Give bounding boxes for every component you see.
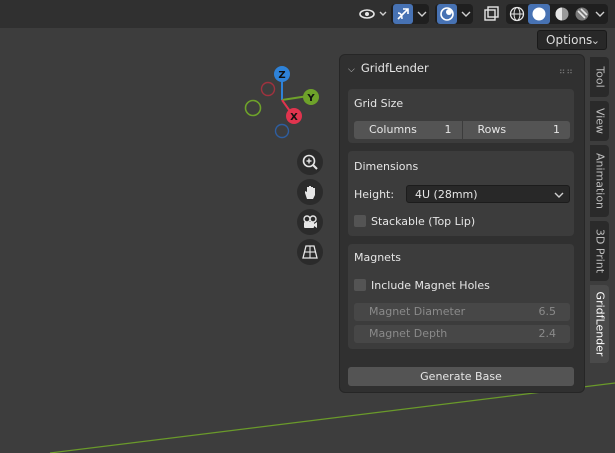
solid-sphere-icon (532, 7, 546, 21)
tab-label: View (593, 107, 606, 135)
rows-field[interactable]: Rows 1 (462, 121, 570, 139)
x-axis-line (49, 382, 615, 453)
dimensions-title: Dimensions (354, 160, 419, 173)
height-dropdown[interactable]: 4U (28mm) (406, 185, 570, 203)
height-label: Height: (354, 188, 395, 201)
tab-animation[interactable]: Animation (590, 145, 609, 217)
grid-perspective-icon (302, 245, 318, 259)
z-axis-label: Z (278, 70, 285, 81)
material-shading-button[interactable] (553, 5, 571, 23)
solid-shading-button[interactable] (528, 4, 550, 24)
dimensions-box: Dimensions Height: 4U (28mm) Stackable (… (348, 151, 574, 236)
gizmo-dropdown[interactable] (391, 4, 429, 24)
magnet-diameter-field[interactable]: Magnet Diameter 6.5 (354, 303, 570, 321)
columns-value: 1 (444, 123, 452, 136)
generate-base-button[interactable]: Generate Base (348, 367, 574, 386)
grid-size-box: Grid Size Columns 1 Rows 1 (348, 89, 574, 143)
magnet-depth-value: 2.4 (538, 327, 557, 340)
checkbox-box (354, 215, 366, 227)
stackable-label: Stackable (Top Lip) (371, 214, 476, 228)
overlay-toggle[interactable] (437, 4, 457, 24)
checkbox-box (354, 279, 366, 291)
options-label: Options (546, 33, 593, 47)
navigation-gizmo[interactable]: Z Y X (240, 64, 320, 144)
magnet-depth-field[interactable]: Magnet Depth 2.4 (354, 325, 570, 343)
xray-toggle[interactable] (481, 4, 501, 24)
viewport-header (0, 0, 615, 28)
hand-icon (305, 186, 315, 199)
chevron-down-icon (461, 11, 471, 17)
wireframe-sphere-icon (509, 6, 525, 22)
include-magnet-label: Include Magnet Holes (371, 278, 490, 292)
magnet-diameter-label: Magnet Diameter (369, 305, 466, 318)
columns-field[interactable]: Columns 1 (354, 121, 463, 139)
visibility-dropdown[interactable] (356, 4, 388, 24)
options-dropdown[interactable]: Options ⌄ (537, 30, 607, 50)
chevron-down-icon[interactable] (594, 4, 606, 24)
tab-label: GridfLender (593, 291, 606, 357)
camera-icon (303, 215, 317, 228)
tab-label: Animation (593, 152, 606, 210)
height-value: 4U (28mm) (415, 188, 478, 201)
tab-label: Tool (593, 66, 606, 88)
panel-header[interactable]: ⌵ GridfLender (348, 61, 429, 75)
panel-title: GridfLender (360, 61, 429, 75)
stackable-checkbox[interactable]: Stackable (Top Lip) (354, 213, 475, 229)
material-sphere-icon (555, 7, 569, 21)
tab-view[interactable]: View (590, 101, 609, 141)
perspective-toggle-button[interactable] (297, 239, 323, 265)
chevron-down-icon (554, 192, 564, 198)
collapse-icon: ⌵ (348, 65, 355, 75)
negative-x-handle (260, 81, 276, 97)
negative-y-handle (244, 99, 262, 117)
grid-size-title: Grid Size (354, 97, 404, 110)
zoom-button[interactable] (297, 149, 323, 175)
overlay-icon (440, 7, 454, 21)
magnet-diameter-value: 6.5 (538, 305, 557, 318)
zoom-icon (302, 154, 318, 170)
magnet-depth-label: Magnet Depth (369, 327, 448, 340)
negative-z-handle (274, 123, 290, 139)
eye-icon (359, 9, 387, 19)
chevron-down-icon: ⌄ (590, 34, 600, 47)
rendered-shading-button[interactable] (573, 5, 591, 23)
magnets-box: Magnets Include Magnet Holes Magnet Diam… (348, 244, 574, 349)
tab-tool[interactable]: Tool (590, 57, 609, 97)
rows-value: 1 (553, 123, 560, 136)
shading-group (506, 4, 608, 24)
wireframe-shading-button[interactable] (508, 5, 526, 23)
y-axis-label: Y (306, 93, 315, 104)
chevron-down-icon (417, 11, 427, 17)
tab-gridflender[interactable]: GridfLender (590, 285, 609, 363)
gizmo-icon (397, 8, 409, 20)
gizmo-toggle[interactable] (393, 4, 413, 24)
magnets-title: Magnets (354, 251, 401, 264)
overlay-dropdown[interactable] (435, 4, 473, 24)
rendered-sphere-icon (575, 7, 589, 21)
gridflender-panel: ⌵ GridfLender ⠶⠶ Grid Size Columns 1 Rows… (340, 55, 584, 392)
grid-size-fields: Columns 1 Rows 1 (354, 121, 570, 139)
x-axis-label: X (290, 112, 298, 123)
camera-view-button[interactable] (297, 209, 323, 235)
tab-label: 3D Print (593, 228, 606, 274)
pan-button[interactable] (297, 179, 323, 205)
drag-grip-icon[interactable]: ⠶⠶ (559, 67, 574, 77)
include-magnet-holes-checkbox[interactable]: Include Magnet Holes (354, 277, 490, 293)
tab-3d-print[interactable]: 3D Print (590, 221, 609, 281)
xray-icon (484, 6, 499, 21)
